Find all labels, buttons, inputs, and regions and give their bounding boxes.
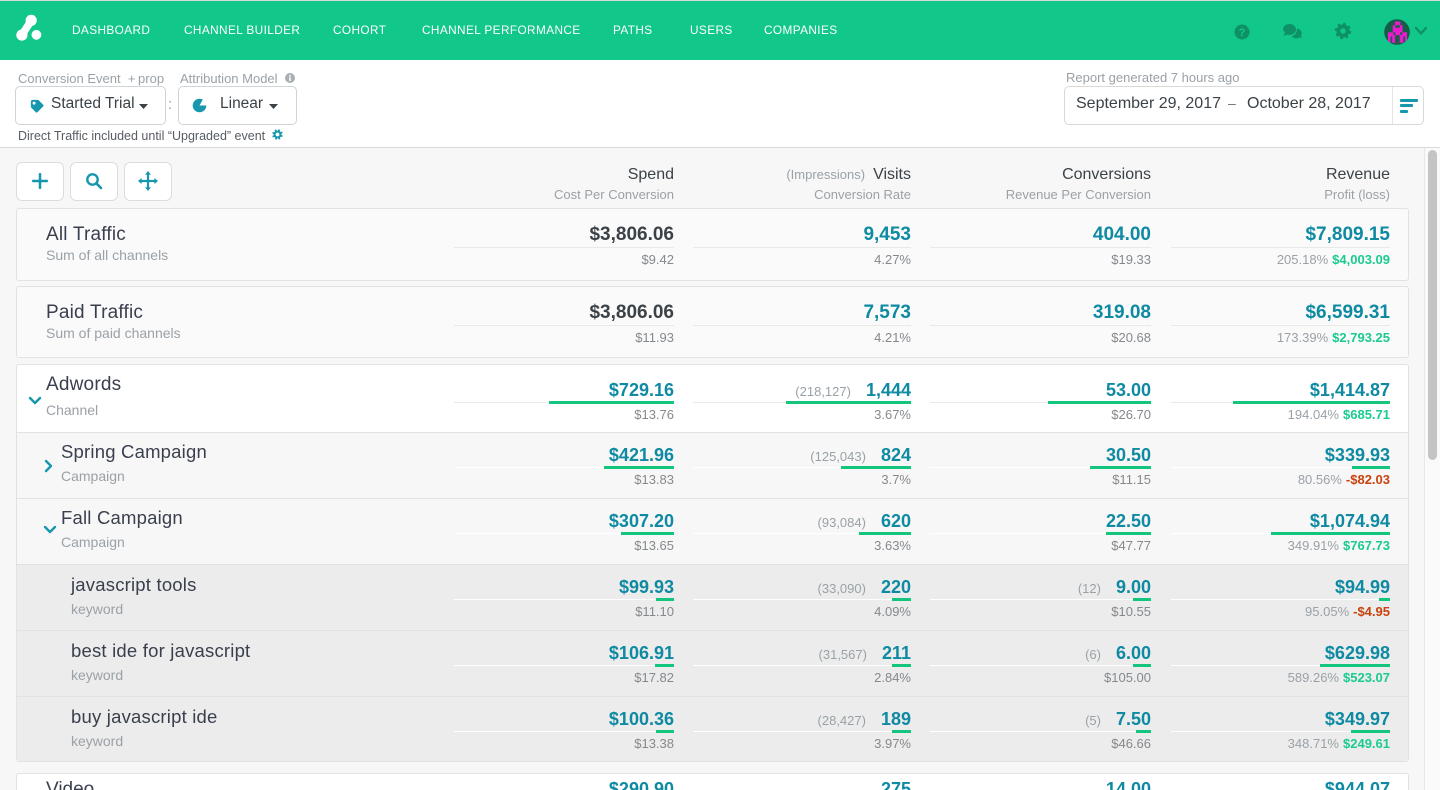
svg-text:?: ? <box>1239 27 1246 39</box>
